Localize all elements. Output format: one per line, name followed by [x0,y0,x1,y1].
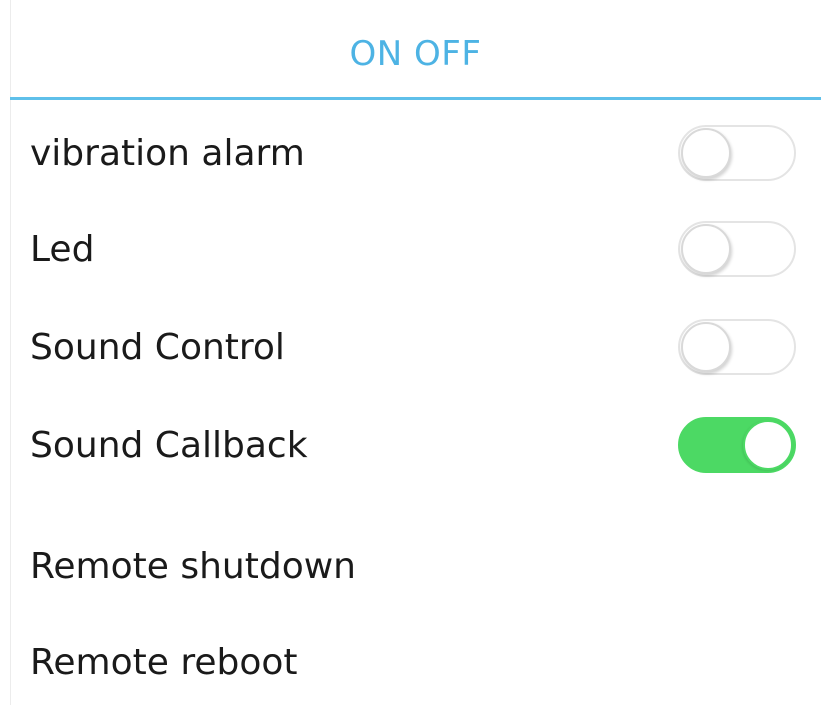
toggle-knob [681,322,731,372]
toggle-knob [743,420,793,470]
setting-row-sound-callback: Sound Callback [10,397,821,493]
setting-label: Sound Control [30,326,285,368]
toggle-knob [681,224,731,274]
setting-label: vibration alarm [30,132,305,174]
page-title: ON OFF [349,33,482,74]
setting-row-vibration-alarm: vibration alarm [10,105,821,201]
toggle-knob [681,128,731,178]
sound-callback-toggle[interactable] [678,417,796,473]
remote-reboot-item[interactable]: Remote reboot [10,614,821,705]
action-label: Remote shutdown [30,545,356,587]
header: ON OFF [10,0,821,100]
sound-control-toggle[interactable] [678,319,796,375]
action-label: Remote reboot [30,641,298,683]
vibration-alarm-toggle[interactable] [678,125,796,181]
setting-label: Sound Callback [30,424,308,466]
remote-shutdown-item[interactable]: Remote shutdown [10,518,821,614]
setting-row-sound-control: Sound Control [10,299,821,395]
setting-label: Led [30,228,95,270]
setting-row-led: Led [10,201,821,297]
led-toggle[interactable] [678,221,796,277]
